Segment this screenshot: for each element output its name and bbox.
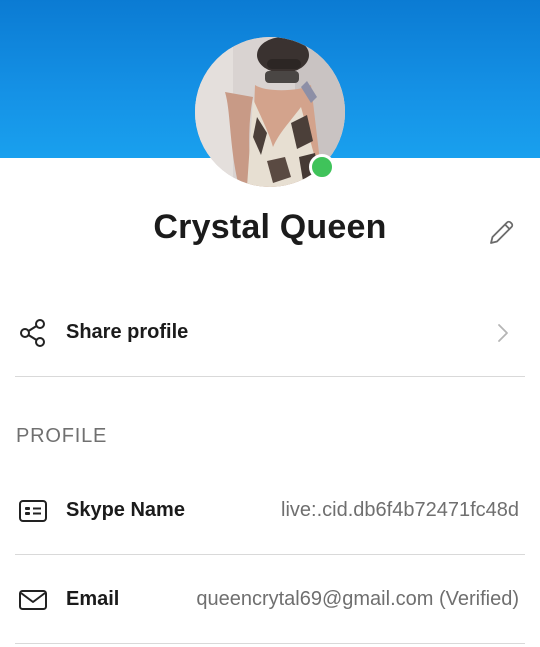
pencil-icon: [490, 220, 514, 244]
edit-profile-button[interactable]: [482, 214, 520, 252]
skype-name-value: live:.cid.db6f4b72471fc48d: [281, 499, 519, 521]
share-icon: [16, 316, 50, 350]
profile-section-heading: PROFILE: [16, 425, 108, 447]
profile-display-name: Crystal Queen: [153, 208, 387, 246]
chevron-right-icon: [495, 322, 511, 344]
presence-status-dot: [309, 154, 335, 180]
share-profile-label: Share profile: [66, 321, 189, 343]
email-label: Email: [66, 588, 120, 610]
share-profile-row[interactable]: Share profile: [15, 289, 525, 377]
contact-card-icon: [16, 494, 50, 528]
skype-name-row[interactable]: Skype Name live:.cid.db6f4b72471fc48d: [15, 467, 525, 555]
mail-icon: [16, 583, 50, 617]
email-value: queencrytal69@gmail.com (Verified): [196, 588, 519, 610]
email-row[interactable]: Email queencrytal69@gmail.com (Verified): [15, 556, 525, 644]
skype-name-label: Skype Name: [66, 499, 185, 521]
profile-avatar-container[interactable]: [195, 37, 345, 187]
